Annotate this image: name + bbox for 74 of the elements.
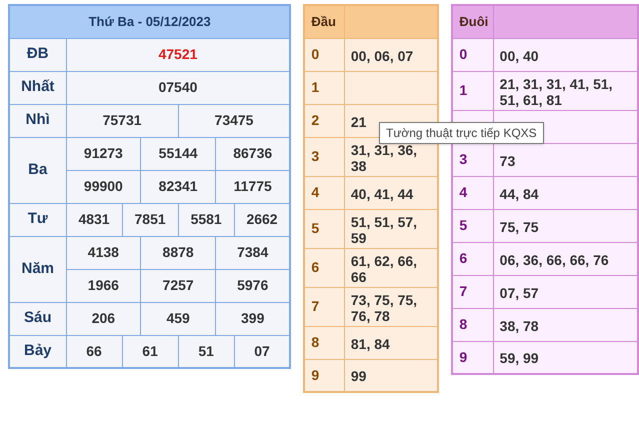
digit-cell: 3 — [452, 143, 494, 176]
digit-cell: 5 — [452, 209, 494, 242]
digit-cell: 0 — [304, 38, 344, 71]
numbers-cell: 73, 75, 75, 76, 78 — [344, 287, 438, 326]
prize-name: Bảy — [9, 335, 66, 368]
prize-number: 51 — [178, 335, 234, 368]
digit-cell: 2 — [304, 104, 344, 137]
digit-cell: 9 — [452, 341, 494, 374]
prize-name: Sáu — [9, 302, 66, 335]
prize-name: Năm — [9, 236, 66, 302]
digit-cell: 9 — [304, 359, 344, 392]
prize-number: 7384 — [216, 236, 290, 269]
prize-number: 99900 — [66, 170, 141, 203]
digit-cell: 8 — [452, 308, 494, 341]
prize-number: 2662 — [234, 203, 290, 236]
prize-number: 399 — [216, 302, 290, 335]
digit-cell: 6 — [304, 248, 344, 287]
prize-number: 206 — [66, 302, 141, 335]
tooltip: Tường thuật trực tiếp KQXS — [379, 122, 544, 144]
prize-number: 47521 — [66, 38, 290, 71]
prize-name: ĐB — [9, 38, 66, 71]
prize-number: 5976 — [216, 269, 290, 302]
numbers-cell: 40, 41, 44 — [344, 176, 438, 209]
digit-cell: 1 — [304, 71, 344, 104]
prize-number: 07 — [234, 335, 290, 368]
prize-name: Tư — [9, 203, 66, 236]
prize-number: 7851 — [122, 203, 178, 236]
column-header: Đuôi — [452, 5, 494, 38]
numbers-cell: 61, 62, 66, 66 — [344, 248, 438, 287]
numbers-cell: 73 — [493, 143, 638, 176]
prize-number: 82341 — [140, 170, 216, 203]
prize-number: 459 — [140, 302, 216, 335]
prize-number: 1966 — [66, 269, 141, 302]
numbers-cell: 06, 36, 66, 66, 76 — [493, 242, 638, 275]
digit-cell: 8 — [304, 326, 344, 359]
prize-number: 7257 — [140, 269, 216, 302]
numbers-cell: 81, 84 — [344, 326, 438, 359]
numbers-cell: 00, 06, 07 — [344, 38, 438, 71]
numbers-cell: 75, 75 — [493, 209, 638, 242]
prize-number: 11775 — [216, 170, 290, 203]
prize-number: 5581 — [178, 203, 234, 236]
digit-cell: 7 — [452, 275, 494, 308]
digit-cell: 6 — [452, 242, 494, 275]
prize-name: Nhì — [9, 104, 66, 137]
numbers-cell: 44, 84 — [493, 176, 638, 209]
prize-number: 86736 — [216, 137, 290, 170]
prize-number: 66 — [66, 335, 122, 368]
digit-cell: 5 — [304, 209, 344, 248]
digit-cell: 0 — [452, 38, 494, 71]
digit-cell: 3 — [304, 137, 344, 176]
numbers-cell: 07, 57 — [493, 275, 638, 308]
digit-cell: 1 — [452, 71, 494, 110]
numbers-cell: 51, 51, 57, 59 — [344, 209, 438, 248]
prize-number: 73475 — [178, 104, 290, 137]
numbers-cell: 21, 31, 31, 41, 51, 51, 61, 81 — [493, 71, 638, 110]
prize-number: 91273 — [66, 137, 141, 170]
numbers-cell: 00, 40 — [493, 38, 638, 71]
column-header: Đầu — [304, 5, 344, 38]
prize-number: 55144 — [140, 137, 216, 170]
prize-number: 07540 — [66, 71, 290, 104]
prize-number: 8878 — [140, 236, 216, 269]
numbers-cell: 38, 78 — [493, 308, 638, 341]
prize-number: 75731 — [66, 104, 178, 137]
prize-number: 4138 — [66, 236, 141, 269]
prize-name: Ba — [9, 137, 66, 203]
table-title: Thứ Ba - 05/12/2023 — [9, 5, 290, 38]
digit-cell: 7 — [304, 287, 344, 326]
numbers-cell: 59, 99 — [493, 341, 638, 374]
prize-number: 4831 — [66, 203, 122, 236]
prize-number: 61 — [122, 335, 178, 368]
digit-cell: 4 — [304, 176, 344, 209]
prize-name: Nhất — [9, 71, 66, 104]
numbers-cell: 99 — [344, 359, 438, 392]
digit-cell: 4 — [452, 176, 494, 209]
